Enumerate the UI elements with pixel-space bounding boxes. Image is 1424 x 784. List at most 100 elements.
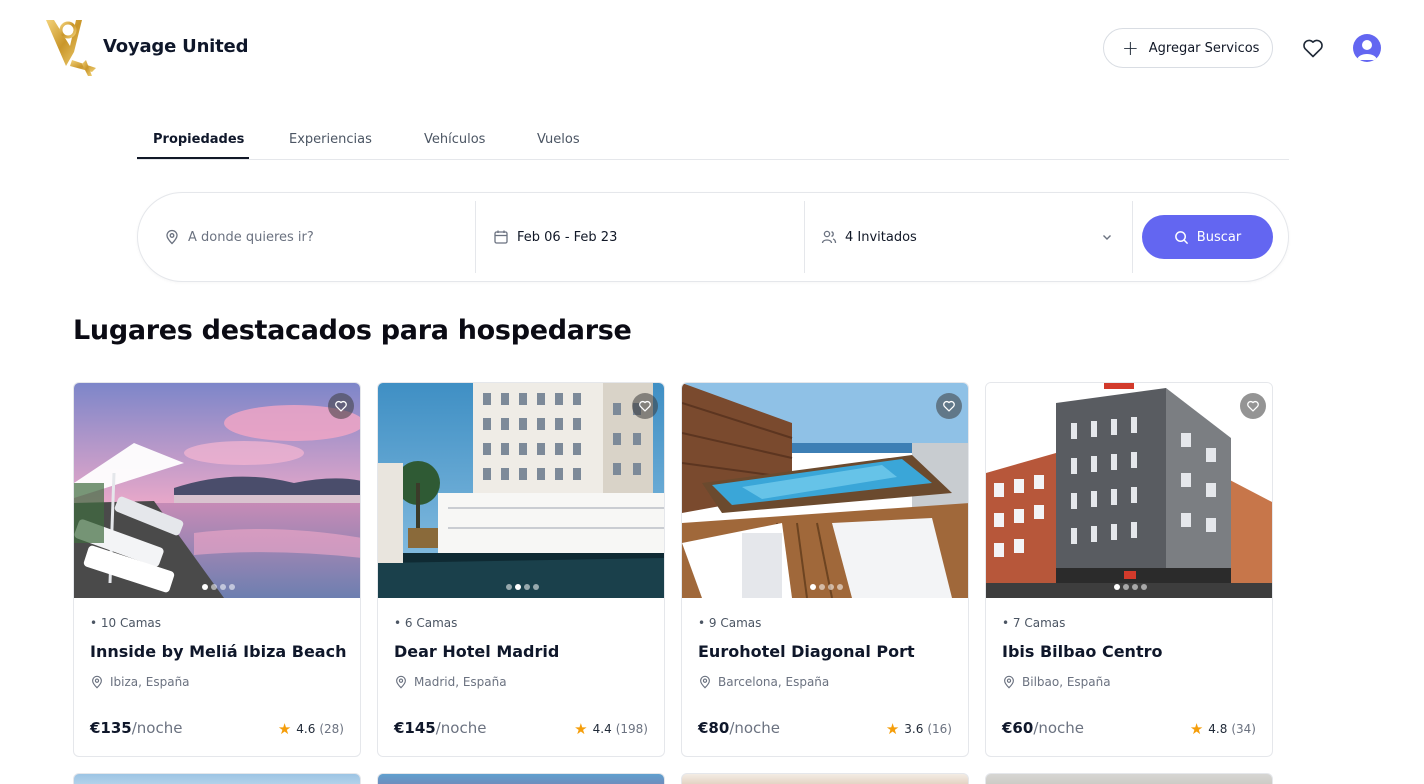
property-card-partial[interactable] (377, 773, 665, 784)
search-button[interactable]: Buscar (1142, 215, 1273, 259)
property-rating: ★ 3.6 (16) (886, 720, 952, 738)
property-price: €145/noche (394, 719, 486, 737)
property-rating: ★ 4.8 (34) (1190, 720, 1256, 738)
add-services-label: Agregar Servicos (1148, 40, 1260, 56)
favorite-heart-icon[interactable] (632, 393, 658, 419)
price-value: €60 (1002, 719, 1034, 737)
location-text: Barcelona, España (718, 675, 830, 689)
review-count: (34) (1231, 722, 1256, 736)
search-divider (475, 201, 476, 273)
property-price: €80/noche (698, 719, 780, 737)
review-count: (198) (615, 722, 648, 736)
property-card[interactable]: • 7 Camas Ibis Bilbao Centro Bilbao, Esp… (985, 382, 1273, 757)
active-tab-indicator (137, 157, 249, 159)
date-range-value: Feb 06 - Feb 23 (517, 229, 618, 245)
price-unit: /noche (729, 719, 781, 737)
top-header: Voyage United + Agregar Servicos (0, 0, 1424, 96)
destination-input[interactable]: A donde quieres ir? (164, 201, 464, 273)
location-text: Ibiza, España (110, 675, 190, 689)
carousel-dots[interactable] (986, 584, 1272, 590)
destination-placeholder: A donde quieres ir? (188, 229, 314, 245)
location-pin-icon (166, 229, 178, 245)
tab-vuelos[interactable]: Vuelos (537, 132, 580, 147)
favorite-heart-icon[interactable] (936, 393, 962, 419)
property-card-partial[interactable] (985, 773, 1273, 784)
location-pin-icon (700, 675, 710, 689)
favorite-heart-icon[interactable] (328, 393, 354, 419)
beds-count: • 9 Camas (698, 616, 762, 630)
tab-vehiculos[interactable]: Vehículos (424, 132, 485, 147)
property-price: €135/noche (90, 719, 182, 737)
search-divider (804, 201, 805, 273)
user-avatar-icon[interactable] (1353, 34, 1381, 62)
location-pin-icon (396, 675, 406, 689)
tab-experiencias[interactable]: Experiencias (289, 132, 372, 147)
property-location: Ibiza, España (90, 675, 190, 689)
category-tabs: Propiedades Experiencias Vehículos Vuelo… (137, 124, 1289, 160)
review-count: (16) (927, 722, 952, 736)
property-name[interactable]: Eurohotel Diagonal Port (698, 642, 915, 661)
search-bar: A donde quieres ir? Feb 06 - Feb 23 4 In… (137, 192, 1289, 282)
location-pin-icon (1004, 675, 1014, 689)
calendar-icon (494, 230, 508, 244)
rating-value: 4.8 (1208, 722, 1228, 736)
rating-value: 4.4 (592, 722, 612, 736)
property-price: €60/noche (1002, 719, 1084, 737)
price-value: €145 (394, 719, 436, 737)
search-icon (1174, 230, 1188, 244)
property-photo[interactable] (986, 383, 1272, 598)
search-divider (1132, 201, 1133, 273)
price-unit: /noche (1033, 719, 1085, 737)
carousel-dots[interactable] (682, 584, 968, 590)
review-count: (28) (319, 722, 344, 736)
property-card[interactable]: • 6 Camas Dear Hotel Madrid Madrid, Espa… (377, 382, 665, 757)
carousel-dots[interactable] (378, 584, 664, 590)
rating-value: 4.6 (296, 722, 316, 736)
search-button-label: Buscar (1196, 229, 1242, 245)
price-value: €135 (90, 719, 132, 737)
beds-count: • 10 Camas (90, 616, 162, 630)
users-icon (821, 230, 837, 244)
property-name[interactable]: Dear Hotel Madrid (394, 642, 559, 661)
property-card[interactable]: • 10 Camas Innside by Meliá Ibiza Beach … (73, 382, 361, 757)
brand-logo-icon[interactable] (44, 16, 100, 78)
date-range-picker[interactable]: Feb 06 - Feb 23 (493, 201, 793, 273)
property-card-partial[interactable] (73, 773, 361, 784)
guests-select[interactable]: 4 Invitados (821, 201, 1121, 273)
price-value: €80 (698, 719, 730, 737)
plus-icon: + (1122, 36, 1139, 60)
location-text: Bilbao, España (1022, 675, 1111, 689)
property-location: Barcelona, España (698, 675, 829, 689)
section-title: Lugares destacados para hospedarse (73, 315, 632, 346)
chevron-down-icon (1103, 235, 1111, 240)
favorites-heart-icon[interactable] (1301, 36, 1325, 60)
guests-value: 4 Invitados (845, 229, 917, 245)
star-icon: ★ (885, 720, 900, 738)
property-photo[interactable] (682, 383, 968, 598)
rating-value: 3.6 (904, 722, 924, 736)
property-rating: ★ 4.4 (198) (574, 720, 648, 738)
property-photo[interactable] (74, 383, 360, 598)
price-unit: /noche (131, 719, 183, 737)
beds-count: • 6 Camas (394, 616, 458, 630)
brand-name[interactable]: Voyage United (103, 36, 248, 57)
star-icon: ★ (574, 720, 588, 738)
beds-count: • 7 Camas (1002, 616, 1066, 630)
property-name[interactable]: Innside by Meliá Ibiza Beach (90, 642, 346, 661)
add-services-button[interactable]: + Agregar Servicos (1103, 28, 1273, 68)
property-card-partial[interactable] (681, 773, 969, 784)
star-icon: ★ (1189, 720, 1204, 738)
tab-propiedades[interactable]: Propiedades (153, 132, 244, 147)
star-icon: ★ (277, 720, 292, 738)
property-photo[interactable] (378, 383, 664, 598)
carousel-dots[interactable] (74, 584, 360, 590)
property-location: Madrid, España (394, 675, 507, 689)
property-location: Bilbao, España (1002, 675, 1111, 689)
property-card[interactable]: • 9 Camas Eurohotel Diagonal Port Barcel… (681, 382, 969, 757)
location-pin-icon (92, 675, 102, 689)
price-unit: /noche (435, 719, 487, 737)
favorite-heart-icon[interactable] (1240, 393, 1266, 419)
property-rating: ★ 4.6 (28) (278, 720, 344, 738)
property-name[interactable]: Ibis Bilbao Centro (1002, 642, 1162, 661)
location-text: Madrid, España (414, 675, 507, 689)
